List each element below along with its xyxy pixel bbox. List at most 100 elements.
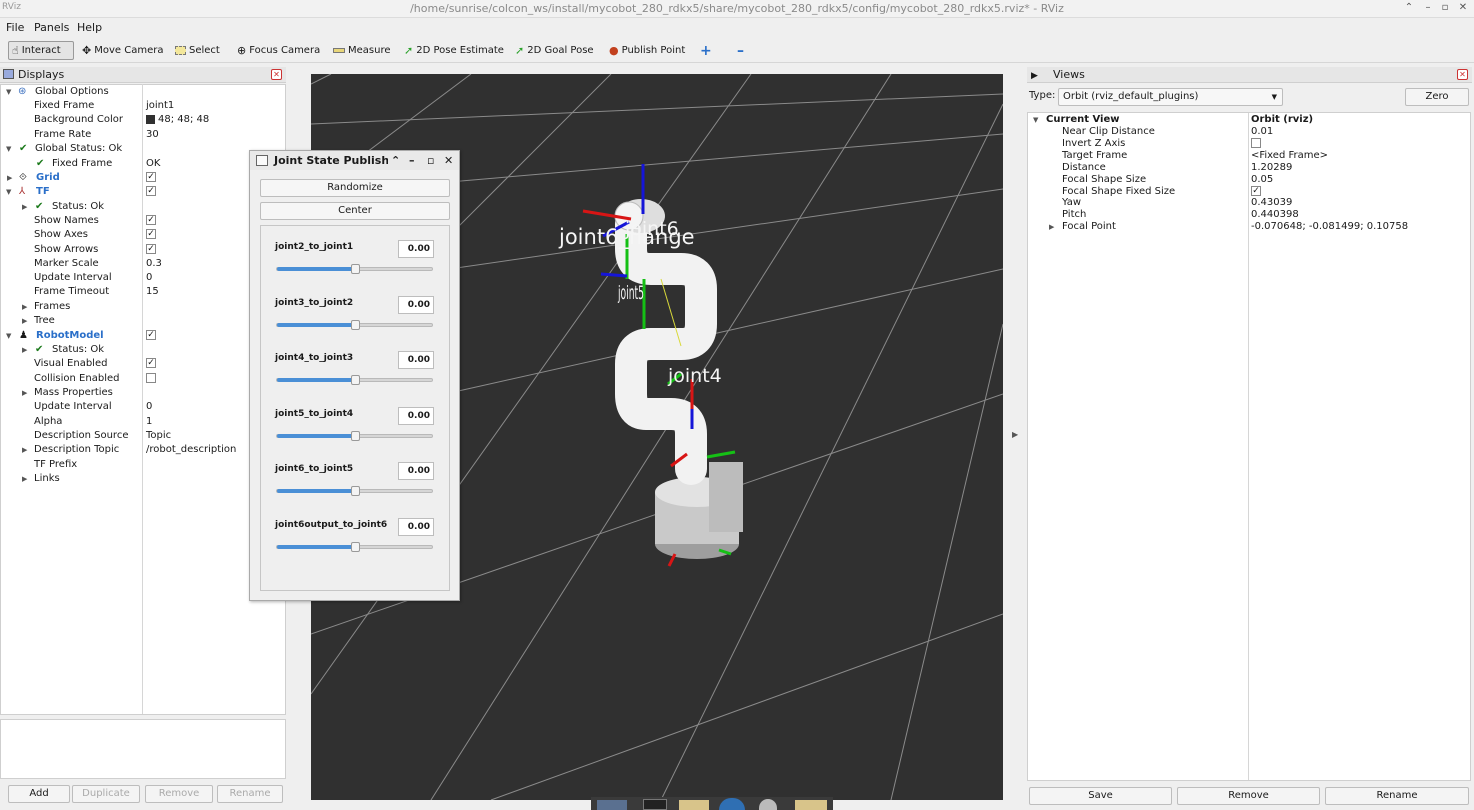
tree-row-update-interval-2[interactable]: Update Interval 0 [1, 400, 285, 414]
row-checkbox[interactable]: ✓ [146, 228, 156, 242]
collapsed-arrow-icon[interactable]: ▶ [22, 314, 27, 328]
tree-row-global-status[interactable]: ▼ ✔ Global Status: Ok [1, 142, 285, 156]
minimize-icon[interactable]: – [409, 151, 415, 170]
slider-handle[interactable] [351, 542, 360, 552]
tree-row-fixed-frame-status[interactable]: ✔ Fixed Frame OK [1, 157, 285, 171]
slider-handle[interactable] [351, 486, 360, 496]
tree-row-links[interactable]: ▶ Links [1, 472, 285, 486]
tree-row-background-color[interactable]: Background Color 48; 48; 48 [1, 113, 285, 127]
folder-icon[interactable] [679, 800, 709, 810]
collapsed-arrow-icon[interactable]: ▶ [1049, 220, 1054, 234]
expanded-arrow-icon[interactable]: ▼ [6, 185, 11, 199]
tree-row-update-interval[interactable]: Update Interval 0 [1, 271, 285, 285]
slider-handle[interactable] [351, 375, 360, 385]
joint-value-field[interactable]: 0.00 [398, 240, 434, 258]
tree-row-description-source[interactable]: Description Source Topic [1, 429, 285, 443]
tree-row-frames[interactable]: ▶ Frames [1, 300, 285, 314]
row-value[interactable]: 48; 48; 48 [146, 113, 209, 127]
joint-slider[interactable] [276, 486, 433, 496]
tool-select[interactable]: Select [172, 41, 223, 60]
zero-button[interactable]: Zero [1405, 88, 1469, 106]
tree-row-frame-rate[interactable]: Frame Rate 30 [1, 128, 285, 142]
tree-row-tf-prefix[interactable]: TF Prefix [1, 458, 285, 472]
tree-row-tf[interactable]: ▼ ⅄ TF ✓ [1, 185, 285, 199]
checkbox-checked[interactable]: ✓ [146, 172, 156, 182]
joint-value-field[interactable]: 0.00 [398, 407, 434, 425]
collapse-right-arrow-icon[interactable]: ▶ [1012, 430, 1018, 439]
tree-row-fixed-frame[interactable]: Fixed Frame joint1 [1, 99, 285, 113]
tree-row-robotmodel[interactable]: ▼ ♟ RobotModel ✓ [1, 329, 285, 343]
maximize-icon[interactable]: ▫ [1438, 1, 1452, 15]
checkbox-unchecked[interactable] [146, 373, 156, 383]
tree-row-visual-enabled[interactable]: Visual Enabled ✓ [1, 357, 285, 371]
menu-panels[interactable]: Panels [34, 21, 69, 34]
tool-move-camera[interactable]: ✥ Move Camera [79, 41, 166, 60]
files-icon[interactable] [795, 800, 827, 810]
collapsed-arrow-icon[interactable]: ▶ [22, 386, 27, 400]
checkbox-checked[interactable]: ✓ [146, 215, 156, 225]
row-checkbox[interactable]: ✓ [146, 357, 156, 371]
duplicate-button[interactable]: Duplicate [72, 785, 140, 803]
collapsed-arrow-icon[interactable]: ▶ [22, 472, 27, 486]
checkbox-checked[interactable]: ✓ [146, 186, 156, 196]
menu-help[interactable]: Help [77, 21, 102, 34]
close-icon[interactable]: ✕ [444, 151, 453, 170]
row-value[interactable]: 0 [146, 400, 152, 414]
remove-button[interactable]: Remove [145, 785, 213, 803]
row-checkbox[interactable]: ✓ [146, 243, 156, 257]
row-checkbox[interactable]: ✓ [146, 329, 156, 343]
joint-slider[interactable] [276, 542, 433, 552]
collapsed-arrow-icon[interactable]: ▶ [22, 443, 27, 457]
tree-row-description-topic[interactable]: ▶ Description Topic /robot_description [1, 443, 285, 457]
row-value[interactable]: joint1 [146, 99, 174, 113]
tree-row-show-names[interactable]: Show Names ✓ [1, 214, 285, 228]
checkbox-checked[interactable]: ✓ [146, 330, 156, 340]
tree-row-marker-scale[interactable]: Marker Scale 0.3 [1, 257, 285, 271]
checkbox-unchecked[interactable] [1251, 138, 1261, 148]
joint-value-field[interactable]: 0.00 [398, 351, 434, 369]
row-value[interactable]: Topic [146, 429, 171, 443]
tool-measure[interactable]: Measure [330, 41, 394, 60]
maximize-icon[interactable]: ▫ [427, 151, 434, 170]
desktop-icon[interactable] [597, 800, 627, 810]
view-type-select[interactable]: Orbit (rviz_default_plugins) ▼ [1058, 88, 1283, 106]
center-button[interactable]: Center [260, 202, 450, 220]
row-value[interactable]: -0.070648; -0.081499; 0.10758 [1251, 220, 1408, 234]
row-checkbox[interactable]: ✓ [146, 214, 156, 228]
joint-value-field[interactable]: 0.00 [398, 518, 434, 536]
slider-handle[interactable] [351, 431, 360, 441]
row-checkbox[interactable]: ✓ [146, 171, 156, 185]
tool-2d-pose-estimate[interactable]: ➚ 2D Pose Estimate [401, 41, 507, 60]
joint-slider[interactable] [276, 375, 433, 385]
tree-row-mass-properties[interactable]: ▶ Mass Properties [1, 386, 285, 400]
shade-icon[interactable]: ⌃ [1402, 1, 1416, 15]
randomize-button[interactable]: Randomize [260, 179, 450, 197]
close-displays-icon[interactable]: ✕ [271, 69, 282, 80]
expanded-arrow-icon[interactable]: ▼ [6, 329, 11, 343]
view-property-row[interactable]: ▶ Focal Point -0.070648; -0.081499; 0.1075… [1028, 220, 1468, 234]
row-checkbox[interactable]: ✓ [146, 185, 156, 199]
row-value[interactable]: 15 [146, 285, 159, 299]
joint-value-field[interactable]: 0.00 [398, 462, 434, 480]
add-button[interactable]: Add [8, 785, 70, 803]
minimize-icon[interactable]: – [1421, 1, 1435, 15]
tree-row-robotmodel-status[interactable]: ▶ ✔ Status: Ok [1, 343, 285, 357]
add-tool-button[interactable]: + [697, 41, 715, 60]
rename-view-button[interactable]: Rename [1325, 787, 1469, 805]
joint-value-field[interactable]: 0.00 [398, 296, 434, 314]
tree-row-show-axes[interactable]: Show Axes ✓ [1, 228, 285, 242]
collapsed-arrow-icon[interactable]: ▶ [22, 300, 27, 314]
settings-icon[interactable] [759, 799, 777, 810]
tree-row-tf-status[interactable]: ▶ ✔ Status: Ok [1, 200, 285, 214]
joint-slider[interactable] [276, 431, 433, 441]
row-value[interactable]: /robot_description [146, 443, 236, 457]
remove-tool-button[interactable]: – [734, 41, 747, 60]
expanded-arrow-icon[interactable]: ▼ [6, 142, 11, 156]
checkbox-checked[interactable]: ✓ [1251, 186, 1261, 196]
tree-row-frame-timeout[interactable]: Frame Timeout 15 [1, 285, 285, 299]
row-value[interactable]: 0.3 [146, 257, 162, 271]
tool-publish-point[interactable]: ● Publish Point [606, 41, 688, 60]
menu-file[interactable]: File [6, 21, 24, 34]
row-value[interactable]: 1 [146, 415, 152, 429]
close-window-icon[interactable]: ✕ [1456, 1, 1470, 15]
